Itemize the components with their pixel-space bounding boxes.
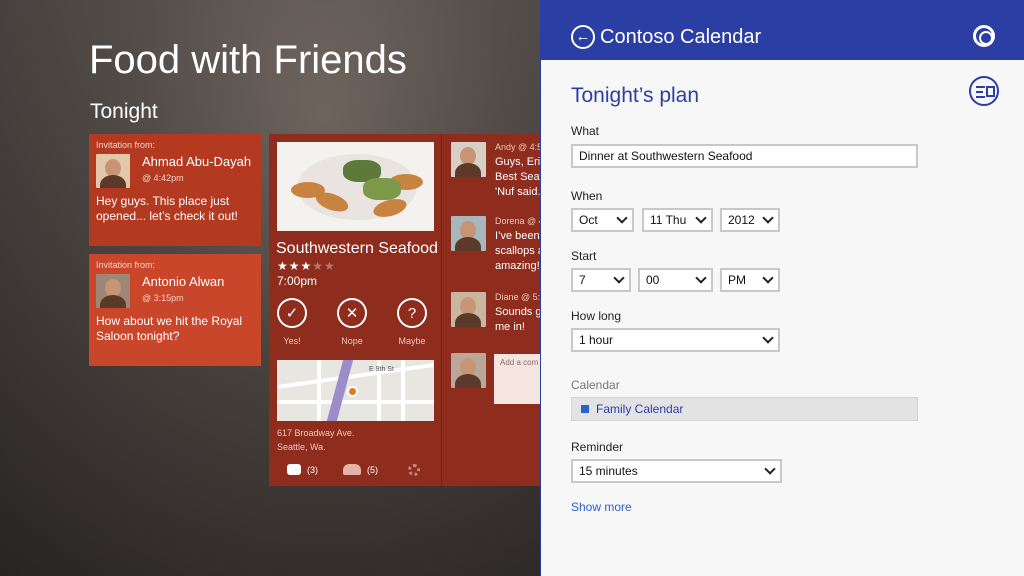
avatar: [96, 274, 130, 308]
avatar: [451, 353, 486, 388]
calendar-select[interactable]: Family Calendar: [571, 397, 918, 421]
invitation-card[interactable]: Invitation from: Ahmad Abu-Dayah @ 4:42p…: [89, 134, 261, 246]
app-logo-icon: [973, 25, 995, 47]
start-label: Start: [571, 249, 597, 263]
chevron-down-icon: [695, 272, 707, 284]
chevron-down-icon: [616, 212, 628, 224]
map-street-label: E 9th St: [369, 366, 394, 373]
chevron-down-icon: [762, 212, 774, 224]
chevron-down-icon: [613, 272, 625, 284]
invitation-sender: Antonio Alwan: [142, 274, 225, 289]
invitation-time: @ 3:15pm: [142, 293, 184, 303]
chevron-down-icon: [762, 332, 774, 344]
chevron-down-icon: [762, 272, 774, 284]
restaurant-address: 617 Broadway Ave. Seattle, Wa.: [277, 428, 355, 452]
show-more-link[interactable]: Show more: [571, 500, 632, 514]
invitation-time: @ 4:42pm: [142, 173, 184, 183]
chevron-down-icon: [764, 463, 776, 475]
people-icon: [343, 464, 361, 475]
list-view-icon[interactable]: [969, 76, 999, 106]
invitation-from-label: Invitation from:: [96, 140, 156, 150]
rsvp-nope-label: Nope: [341, 336, 363, 346]
chevron-down-icon: [695, 212, 707, 224]
food-photo: [277, 142, 434, 231]
back-arrow-icon[interactable]: ←: [571, 25, 595, 49]
invitation-message: How about we hit the Royal Saloon tonigh…: [96, 314, 243, 343]
reminder-select[interactable]: 15 minutes: [571, 459, 782, 483]
calendar-settings-pane: ← Contoso Calendar Tonight’s plan What W…: [540, 0, 1024, 576]
reminder-label: Reminder: [571, 440, 624, 454]
rsvp-yes-label: Yes!: [283, 336, 301, 346]
month-select[interactable]: Oct: [571, 208, 634, 232]
when-label: When: [571, 189, 603, 203]
section-title: Tonight: [90, 100, 158, 123]
restaurant-name: Southwestern Seafood: [276, 240, 438, 257]
settings-gear-icon[interactable]: [408, 464, 420, 476]
calendar-label: Calendar: [571, 378, 620, 392]
invitation-message: Hey guys. This place just opened... let’…: [96, 194, 238, 223]
avatar: [96, 154, 130, 188]
comments-count-button[interactable]: (3): [287, 464, 318, 475]
map-pin-icon: [347, 386, 358, 397]
app-title: Food with Friends: [89, 38, 407, 82]
location-map[interactable]: E 9th St: [277, 360, 434, 421]
question-icon[interactable]: ?: [397, 298, 427, 328]
calendar-color-swatch: [581, 405, 589, 413]
year-select[interactable]: 2012: [720, 208, 780, 232]
ampm-select[interactable]: PM: [720, 268, 780, 292]
speech-bubble-icon: [287, 464, 301, 475]
avatar: [451, 142, 486, 177]
pane-title: Contoso Calendar: [600, 26, 762, 48]
day-select[interactable]: 11 Thu: [642, 208, 713, 232]
add-comment-input[interactable]: Add a com: [494, 354, 540, 404]
page-title: Tonight’s plan: [571, 84, 700, 107]
event-time: 7:00pm: [277, 274, 318, 288]
rsvp-maybe-label: Maybe: [398, 336, 426, 346]
restaurant-detail-card[interactable]: Southwestern Seafood ★★★★★ 7:00pm ✓ Yes!…: [269, 134, 441, 486]
how-long-label: How long: [571, 309, 622, 323]
invitation-sender: Ahmad Abu-Dayah: [142, 154, 252, 169]
avatar: [451, 216, 486, 251]
invitation-from-label: Invitation from:: [96, 260, 156, 270]
what-label: What: [571, 124, 600, 138]
food-app-background: Food with Friends Tonight Invitation fro…: [0, 0, 540, 576]
attendees-count-button[interactable]: (5): [343, 464, 378, 475]
rating-stars: ★★★★★: [277, 259, 336, 273]
what-input[interactable]: [571, 144, 918, 168]
avatar: [451, 292, 486, 327]
x-icon[interactable]: ✕: [337, 298, 367, 328]
invitation-card[interactable]: Invitation from: Antonio Alwan @ 3:15pm …: [89, 254, 261, 366]
pane-header: ← Contoso Calendar: [541, 0, 1024, 60]
hour-select[interactable]: 7: [571, 268, 631, 292]
duration-select[interactable]: 1 hour: [571, 328, 780, 352]
minute-select[interactable]: 00: [638, 268, 713, 292]
comments-panel: Andy @ 4:5 Guys, ErinBest Seat'Nuf said.…: [441, 134, 540, 486]
check-icon[interactable]: ✓: [277, 298, 307, 328]
